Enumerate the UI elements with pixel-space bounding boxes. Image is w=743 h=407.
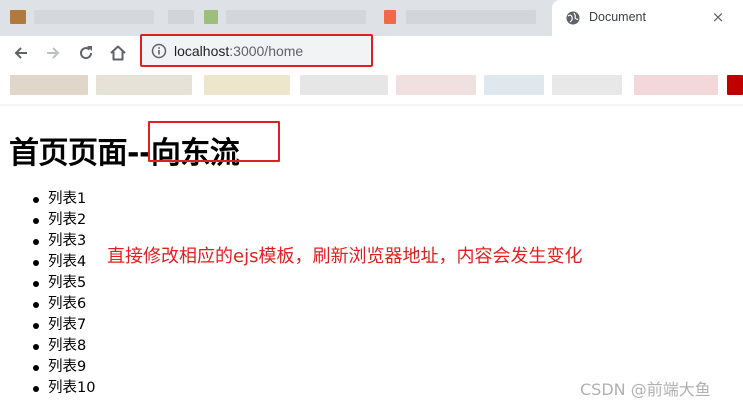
address-bar[interactable]: localhost:3000/home	[140, 34, 373, 67]
bookmark-item[interactable]	[727, 75, 743, 95]
blurred-tabs	[0, 8, 550, 28]
list-item: 列表5	[32, 273, 95, 294]
list-item: 列表10	[32, 378, 95, 399]
list-item: 列表3	[32, 231, 95, 252]
list-item: 列表2	[32, 210, 95, 231]
tab-document[interactable]: Document ×	[552, 0, 743, 36]
annotation-note: 直接修改相应的ejs模板，刷新浏览器地址，内容会发生变化	[107, 246, 583, 267]
list-item: 列表4	[32, 252, 95, 273]
tab-title: Document	[589, 10, 646, 24]
forward-icon[interactable]	[43, 43, 63, 63]
close-icon[interactable]: ×	[708, 7, 728, 27]
list-item: 列表8	[32, 336, 95, 357]
list-item: 列表1	[32, 189, 95, 210]
url-text: localhost:3000/home	[174, 43, 303, 59]
back-icon[interactable]	[11, 43, 31, 63]
chrome-divider	[0, 104, 743, 106]
home-icon[interactable]	[108, 43, 128, 63]
list-item: 列表7	[32, 315, 95, 336]
highlight-box-title	[148, 121, 280, 162]
item-list: 列表1 列表2 列表3 列表4 列表5 列表6 列表7 列表8 列表9 列表10	[32, 189, 95, 399]
list-item: 列表6	[32, 294, 95, 315]
url-path: :3000/home	[229, 43, 304, 59]
info-icon[interactable]	[151, 43, 167, 59]
globe-icon	[566, 11, 580, 25]
watermark: CSDN @前端大鱼	[580, 380, 711, 399]
reload-icon[interactable]	[76, 43, 96, 63]
browser-toolbar: localhost:3000/home	[0, 34, 743, 70]
tab-strip: Document ×	[0, 0, 743, 36]
list-item: 列表9	[32, 357, 95, 378]
url-host: localhost	[174, 43, 230, 59]
bookmarks-bar	[0, 70, 743, 104]
